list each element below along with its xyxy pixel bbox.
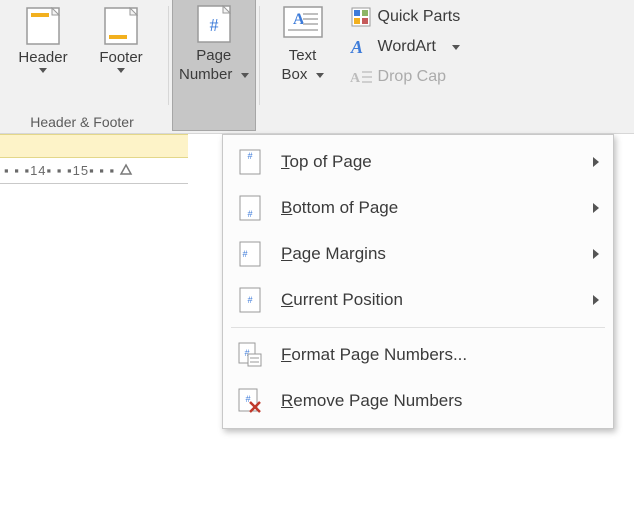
footer-button[interactable]: Footer xyxy=(82,2,160,88)
menu-text: ottom of Page xyxy=(292,198,398,217)
menu-item-format-page-numbers[interactable]: # Format Page Numbers... xyxy=(223,332,613,378)
header-button[interactable]: Header xyxy=(4,2,82,88)
menu-text: ormat Page Numbers... xyxy=(291,345,467,364)
menu-text: age Margins xyxy=(292,244,386,263)
page-number-dropdown-menu: # Top of Page # Bottom of Page # Page Ma… xyxy=(222,134,614,429)
wordart-icon: A xyxy=(350,36,372,58)
accel: B xyxy=(281,198,292,217)
ribbon: Header Footer Header & Footer xyxy=(0,0,634,134)
ruler[interactable]: ▪ ▪ ▪ 14 ▪ ▪ ▪ 15 ▪ ▪ ▪ xyxy=(0,158,188,184)
accel: R xyxy=(281,391,293,410)
menu-item-current-position[interactable]: # Current Position xyxy=(223,277,613,323)
menu-item-remove-page-numbers[interactable]: # Remove Page Numbers xyxy=(223,378,613,424)
chevron-right-icon xyxy=(593,157,599,167)
chevron-right-icon xyxy=(593,249,599,259)
menu-label: Remove Page Numbers xyxy=(281,391,599,411)
group-separator xyxy=(168,6,169,105)
text-small-group: Quick Parts A WordArt A Drop Cap xyxy=(342,0,634,94)
page-number-button[interactable]: # Page Number xyxy=(173,0,255,130)
wordart-label: WordArt xyxy=(378,38,436,56)
format-page-numbers-icon: # xyxy=(237,340,263,370)
chevron-down-icon xyxy=(316,73,324,78)
header-button-label: Header xyxy=(18,48,67,86)
accel: F xyxy=(281,345,291,364)
header-footer-buttons: Header Footer xyxy=(4,2,160,88)
accel: T xyxy=(281,152,290,171)
ruler-tab-marker xyxy=(119,162,133,179)
remove-page-numbers-icon: # xyxy=(237,386,263,416)
document-highlight-bar xyxy=(0,134,188,158)
svg-text:#: # xyxy=(242,249,247,259)
page-margins-icon: # xyxy=(237,239,263,269)
page-number-icon: # xyxy=(194,4,234,44)
ruler-number: 14 xyxy=(30,163,46,178)
quick-parts-label: Quick Parts xyxy=(378,8,461,26)
ruler-ticks: ▪ ▪ ▪ xyxy=(47,163,73,178)
footer-button-label: Footer xyxy=(99,48,142,86)
menu-text: op of Page xyxy=(290,152,372,171)
menu-label: Bottom of Page xyxy=(281,198,575,218)
header-icon xyxy=(23,6,63,46)
accel: C xyxy=(281,290,293,309)
header-footer-group-label: Header & Footer xyxy=(30,114,134,134)
menu-text: urrent Position xyxy=(293,290,403,309)
svg-text:A: A xyxy=(350,37,363,57)
svg-text:A: A xyxy=(350,71,361,86)
chevron-down-icon xyxy=(452,45,460,50)
group-separator xyxy=(259,6,260,105)
footer-icon xyxy=(101,6,141,46)
text-box-button[interactable]: A Text Box xyxy=(264,0,342,130)
chevron-right-icon xyxy=(593,295,599,305)
footer-label-text: Footer xyxy=(99,48,142,67)
page-number-label-line1: Page xyxy=(196,46,231,65)
drop-cap-label: Drop Cap xyxy=(378,68,446,86)
text-box-button-label: Text Box xyxy=(282,46,324,84)
chevron-down-icon xyxy=(241,73,249,78)
chevron-down-icon xyxy=(117,68,125,73)
drop-cap-icon: A xyxy=(350,66,372,88)
page-number-label-line2: Number xyxy=(179,65,232,84)
drop-cap-button: A Drop Cap xyxy=(346,64,630,90)
ruler-ticks: ▪ ▪ ▪ xyxy=(4,163,30,178)
svg-text:#: # xyxy=(247,151,252,161)
ruler-ticks: ▪ ▪ ▪ xyxy=(89,163,115,178)
wordart-button[interactable]: A WordArt xyxy=(346,34,630,60)
quick-parts-button[interactable]: Quick Parts xyxy=(346,4,630,30)
menu-separator xyxy=(231,327,605,328)
chevron-down-icon xyxy=(39,68,47,73)
text-box-label-line2: Box xyxy=(282,65,308,84)
svg-text:#: # xyxy=(247,295,252,305)
accel: P xyxy=(281,244,292,263)
quick-parts-icon xyxy=(350,6,372,28)
header-label-text: Header xyxy=(18,48,67,67)
menu-item-page-margins[interactable]: # Page Margins xyxy=(223,231,613,277)
menu-item-top-of-page[interactable]: # Top of Page xyxy=(223,139,613,185)
svg-text:#: # xyxy=(247,209,252,219)
menu-label: Current Position xyxy=(281,290,575,310)
menu-label: Page Margins xyxy=(281,244,575,264)
menu-label: Format Page Numbers... xyxy=(281,345,599,365)
chevron-right-icon xyxy=(593,203,599,213)
text-box-label-line1: Text xyxy=(289,46,317,65)
current-position-icon: # xyxy=(237,285,263,315)
ruler-number: 15 xyxy=(73,163,89,178)
text-box-icon: A xyxy=(283,4,323,44)
menu-label: Top of Page xyxy=(281,152,575,172)
header-footer-group: Header Footer Header & Footer xyxy=(0,0,164,134)
menu-text: emove Page Numbers xyxy=(293,391,462,410)
svg-text:#: # xyxy=(209,15,218,35)
page-number-button-label: Page Number xyxy=(179,46,249,84)
top-of-page-icon: # xyxy=(237,147,263,177)
bottom-of-page-icon: # xyxy=(237,193,263,223)
menu-item-bottom-of-page[interactable]: # Bottom of Page xyxy=(223,185,613,231)
